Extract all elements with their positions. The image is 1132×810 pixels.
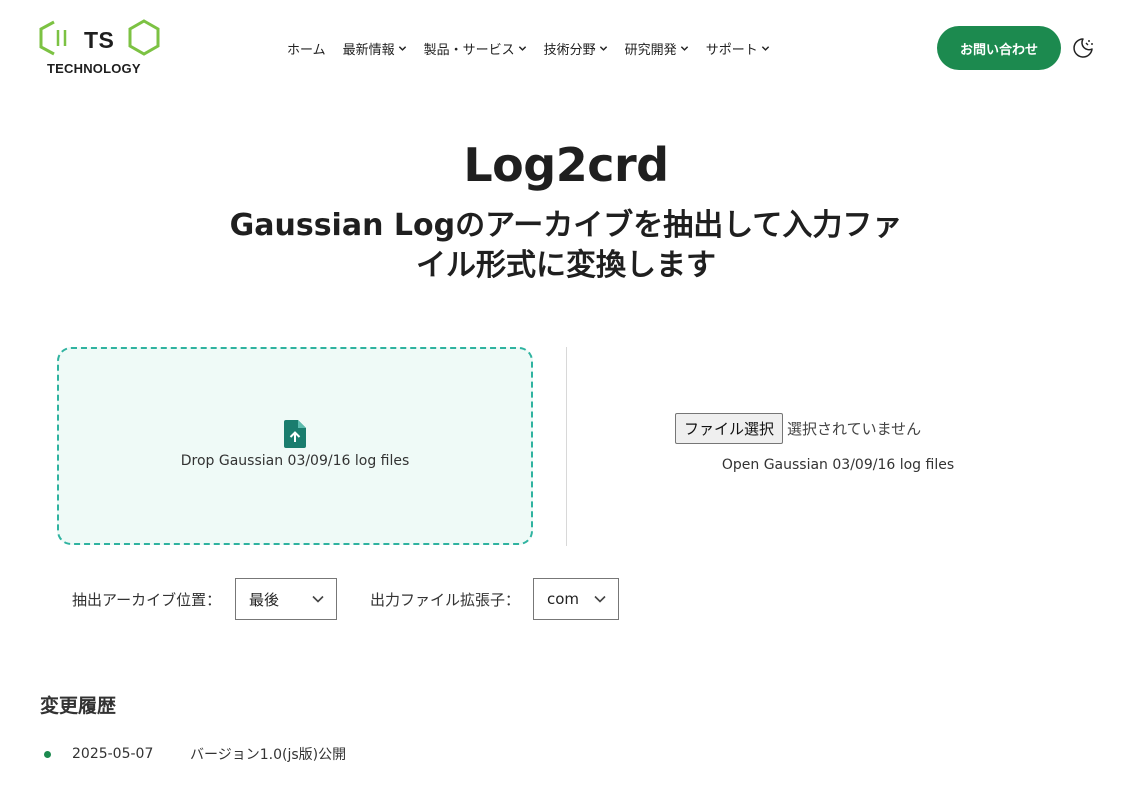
- file-select-button[interactable]: ファイル選択: [675, 413, 784, 444]
- theme-toggle-button[interactable]: [1071, 36, 1095, 60]
- chevron-down-icon: [398, 45, 406, 51]
- contact-button[interactable]: お問い合わせ: [937, 26, 1061, 70]
- nav-item-tech[interactable]: 技術分野: [544, 37, 608, 59]
- page-title: Log2crd: [463, 138, 669, 192]
- file-status-text: 選択されていません: [787, 420, 922, 438]
- nav-item-home[interactable]: ホーム: [287, 37, 326, 59]
- file-dropzone[interactable]: Drop Gaussian 03/09/16 log files: [57, 347, 533, 545]
- nav-label: 製品・サービス: [423, 42, 515, 58]
- history-title: 変更履歴: [40, 695, 117, 717]
- nav-label: サポート: [705, 42, 758, 58]
- ts-technology-logo[interactable]: TS TECHNOLOGY: [38, 18, 162, 80]
- file-upload-icon: [284, 420, 306, 448]
- moon-sun-icon: [1073, 38, 1093, 58]
- history-date: 2025-05-07: [72, 746, 154, 762]
- history-list-item: 2025-05-07 バージョン1.0(js版)公開: [44, 744, 346, 764]
- chevron-down-icon: [594, 595, 606, 603]
- file-picker-caption: Open Gaussian 03/09/16 log files: [721, 457, 955, 473]
- dropzone-text: Drop Gaussian 03/09/16 log files: [180, 453, 410, 469]
- chevron-down-icon: [312, 595, 324, 603]
- chevron-down-icon: [599, 45, 607, 51]
- file-picker: ファイル選択 選択されていません: [675, 413, 921, 444]
- nav-item-news[interactable]: 最新情報: [343, 37, 407, 59]
- history-text: バージョン1.0(js版)公開: [190, 747, 347, 763]
- nav-item-support[interactable]: サポート: [706, 37, 770, 59]
- logo-ts-text: TS: [84, 27, 115, 53]
- nav-label: ホーム: [287, 42, 326, 58]
- logo-technology-text: TECHNOLOGY: [47, 61, 141, 76]
- site-header: TS TECHNOLOGY ホーム 最新情報 製品・サービス 技術分野 研究開発…: [0, 0, 1132, 96]
- section-divider: [566, 347, 567, 546]
- nav-item-products[interactable]: 製品・サービス: [424, 37, 527, 59]
- chevron-down-icon: [518, 45, 526, 51]
- nav-item-research[interactable]: 研究開発: [625, 37, 689, 59]
- output-extension-label: 出力ファイル拡張子：: [370, 591, 521, 609]
- chevron-down-icon: [680, 45, 688, 51]
- archive-position-select[interactable]: 最後: [235, 578, 337, 620]
- nav-label: 技術分野: [543, 42, 596, 58]
- nav-label: 研究開発: [624, 42, 677, 58]
- output-extension-value: com: [547, 590, 580, 608]
- archive-position-label: 抽出アーカイブ位置：: [72, 591, 222, 609]
- chevron-down-icon: [761, 45, 769, 51]
- nav-label: 最新情報: [342, 42, 395, 58]
- archive-position-value: 最後: [249, 590, 280, 609]
- bullet-icon: [44, 750, 51, 758]
- page-subtitle: Gaussian Logのアーカイブを抽出して入力ファイル形式に変換します: [229, 208, 903, 283]
- output-extension-select[interactable]: com: [533, 578, 619, 620]
- main-nav: ホーム 最新情報 製品・サービス 技術分野 研究開発 サポート: [287, 37, 787, 59]
